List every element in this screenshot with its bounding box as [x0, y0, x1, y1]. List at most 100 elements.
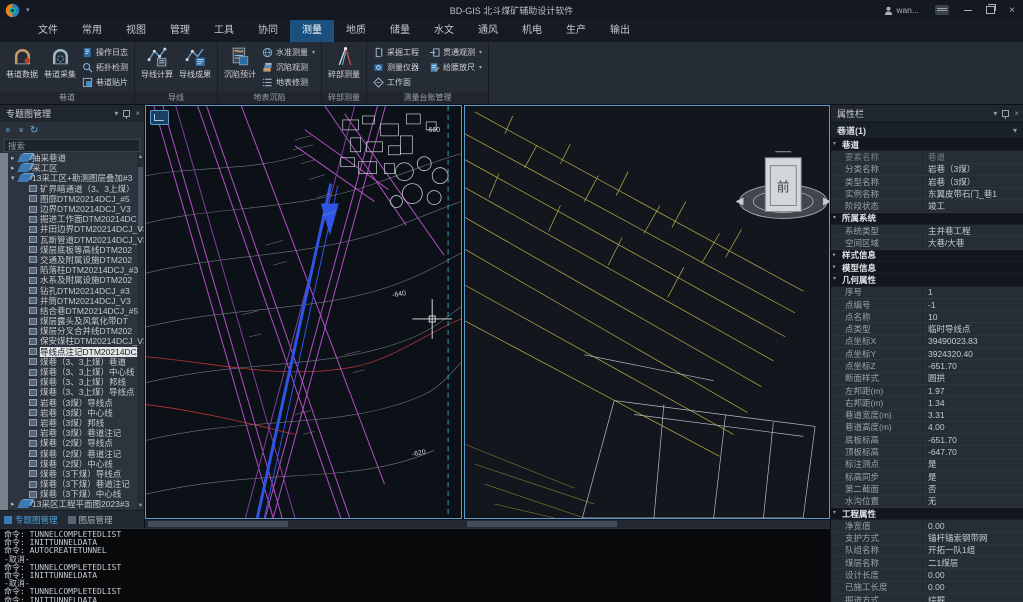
property-row[interactable]: 分类名称 岩巷（3煤） [831, 164, 1023, 176]
level-survey-button[interactable]: 水准测量 [260, 45, 317, 60]
menu-tab[interactable]: 生产 [554, 20, 598, 42]
tree-item[interactable]: 煤巷（2煤）巷道注记 [9, 448, 144, 458]
tree-item[interactable]: 井筒DTM20214DCJ_V3 [9, 296, 144, 306]
property-row[interactable]: 所属系统 [831, 213, 1023, 225]
panel-close-icon[interactable]: × [135, 109, 140, 118]
property-row[interactable]: 巷道 [831, 139, 1023, 151]
tree-item[interactable]: 交通及附属设施DTM202 [9, 255, 144, 265]
property-row[interactable]: 水沟位置 无 [831, 496, 1023, 508]
traverse-result-button[interactable]: 导线成果 [177, 45, 213, 81]
property-row[interactable]: 净宽值 0.00 [831, 520, 1023, 532]
tree-item[interactable]: 边界DTM20214DCJ_V3 [9, 204, 144, 214]
property-row[interactable]: 掘进方式 综掘 [831, 594, 1023, 602]
horizontal-scrollbar[interactable] [145, 519, 830, 528]
through-observe-button[interactable]: 贯通观测 [427, 45, 484, 60]
collapse-all-icon[interactable]: « [4, 127, 14, 132]
tree-item[interactable]: 陷落柱DTM20214DCJ_#3 [9, 265, 144, 275]
property-row[interactable]: 点坐标X 39490023.83 [831, 336, 1023, 348]
user-account[interactable]: wan... [876, 5, 927, 15]
tree-item[interactable]: 岩巷（3煤）中心线 [9, 408, 144, 418]
topology-check-button[interactable]: 拓扑检测 [80, 60, 130, 75]
property-row[interactable]: 顶板标高 -647.70 [831, 446, 1023, 458]
property-row[interactable]: 工程属性 [831, 508, 1023, 520]
property-row[interactable]: 点名称 10 [831, 311, 1023, 323]
property-row[interactable]: 实例名称 东翼皮带石门_巷1 [831, 188, 1023, 200]
tree-item[interactable]: 煤层底板等高线DTM202 [9, 245, 144, 255]
property-row[interactable]: 空间区域 大巷/大巷 [831, 237, 1023, 249]
menu-tab[interactable]: 文件 [26, 20, 70, 42]
property-row[interactable]: 系统类型 主井巷工程 [831, 225, 1023, 237]
property-row[interactable]: 点坐标Z -651.70 [831, 360, 1023, 372]
tree-item[interactable]: 矿界暗通道（3、3上煤） [9, 184, 144, 194]
tree-item[interactable]: 煤层分叉合并线DTM202 [9, 326, 144, 336]
menu-tab[interactable]: 输出 [598, 20, 642, 42]
tree-item[interactable]: 煤巷（3、3上煤）导线点 [9, 387, 144, 397]
menu-tab[interactable]: 储量 [378, 20, 422, 42]
tree-item[interactable]: 煤巷（3、3上煤）邦线 [9, 377, 144, 387]
tree-item[interactable]: 井田边界DTM20214DCJ_V3 [9, 224, 144, 234]
panel-tab[interactable]: 专题图管理 [4, 514, 58, 526]
property-row[interactable]: 标高同步 是 [831, 471, 1023, 483]
tree-item[interactable]: 水系及附属设施DTM202 [9, 275, 144, 285]
menu-tab[interactable]: 视图 [114, 20, 158, 42]
traverse-calc-button[interactable]: 导线计算 [139, 45, 175, 81]
property-row[interactable]: 标注测点 是 [831, 459, 1023, 471]
tree-item[interactable]: 掘进工作面DTM20214DC [9, 214, 144, 224]
object-selector[interactable]: 巷道(1) ▾ [831, 122, 1023, 139]
tree-item[interactable]: 煤巷（3下煤）导线点 [9, 469, 144, 479]
tree-item[interactable]: 煤巷（3、3上煤）中心线 [9, 367, 144, 377]
survey-instrument-button[interactable]: 测量仪器 [371, 60, 421, 75]
tree-item[interactable]: 13采工区+勘测图层叠加#3 [9, 173, 144, 183]
property-row[interactable]: 要素名称 巷道 [831, 151, 1023, 163]
working-face-button[interactable]: 工作面 [371, 75, 421, 90]
property-row[interactable]: 巷道宽度(m) 3.31 [831, 410, 1023, 422]
tree-item[interactable]: 抽采巷道 [9, 153, 144, 163]
restore-button[interactable] [979, 0, 1001, 20]
menu-tab[interactable]: 常用 [70, 20, 114, 42]
property-row[interactable]: 几何属性 [831, 274, 1023, 286]
pin-icon[interactable] [1002, 110, 1009, 117]
property-row[interactable]: 模型信息 [831, 262, 1023, 274]
tree-item[interactable]: 煤巷（3、3上煤）巷道 [9, 357, 144, 367]
minimize-button[interactable] [957, 0, 979, 20]
panel-close-icon[interactable]: × [1014, 109, 1019, 118]
plan-viewport[interactable]: -660 -640 -620 [145, 105, 462, 519]
expand-all-icon[interactable]: « [16, 127, 26, 132]
subsidence-predict-button[interactable]: 沉陷预计 [222, 45, 258, 81]
property-row[interactable]: 类型名称 岩巷（3煤） [831, 176, 1023, 188]
tree-item[interactable]: 煤巷（2煤）导线点 [9, 438, 144, 448]
roadway-collect-button[interactable]: 巷道采集 [42, 45, 78, 81]
property-row[interactable]: 支护方式 锚杆锚索钢带网 [831, 533, 1023, 545]
tree-item[interactable]: 图廓DTM20214DCJ_#5 [9, 194, 144, 204]
menu-tab[interactable]: 协同 [246, 20, 290, 42]
tree-item[interactable]: 导线点注记DTM20214DC [9, 347, 144, 357]
search-input[interactable] [4, 139, 140, 152]
property-row[interactable]: 阶段状态 竣工 [831, 200, 1023, 212]
menu-tab[interactable]: 地质 [334, 20, 378, 42]
refresh-icon[interactable]: ↻ [30, 125, 38, 136]
property-row[interactable]: 点坐标Y 3924320.40 [831, 348, 1023, 360]
detail-survey-button[interactable]: 碎部测量 [326, 45, 362, 81]
subsidence-observe-button[interactable]: 沉陷观测 [260, 60, 317, 75]
property-row[interactable]: 队组名称 开拓一队1组 [831, 545, 1023, 557]
property-row[interactable]: 样式信息 [831, 250, 1023, 262]
excavation-project-button[interactable]: 采掘工程 [371, 45, 421, 60]
message-icon[interactable] [935, 5, 949, 15]
property-row[interactable]: 点类型 临时导线点 [831, 323, 1023, 335]
panel-tab[interactable]: 图层管理 [68, 514, 113, 526]
menu-tab[interactable]: 通风 [466, 20, 510, 42]
scrollbar-thumb[interactable] [467, 521, 617, 527]
tree-item[interactable]: 结合巷DTM20214DCJ_#5 [9, 306, 144, 316]
property-row[interactable]: 底板标高 -651.70 [831, 434, 1023, 446]
tree-item[interactable]: 钻孔DTM20214DCJ_#3 [9, 285, 144, 295]
roadway-patch-button[interactable]: 巷道贴片 [80, 75, 130, 90]
menu-tab[interactable]: 机电 [510, 20, 554, 42]
tree-item[interactable]: 煤层露头及风氧化带DT [9, 316, 144, 326]
tree-item[interactable]: 保安煤柱DTM20214DCJ_V3 [9, 336, 144, 346]
menu-tab[interactable]: 管理 [158, 20, 202, 42]
property-row[interactable]: 点编号 -1 [831, 299, 1023, 311]
tree-item[interactable]: 采工区 [9, 163, 144, 173]
command-log[interactable]: 命令: TUNNELCOMPLETEDLIST 命令: INITTUNNELDA… [0, 528, 830, 602]
property-row[interactable]: 左邦距(m) 1.97 [831, 385, 1023, 397]
scrollbar-thumb[interactable] [148, 521, 288, 527]
